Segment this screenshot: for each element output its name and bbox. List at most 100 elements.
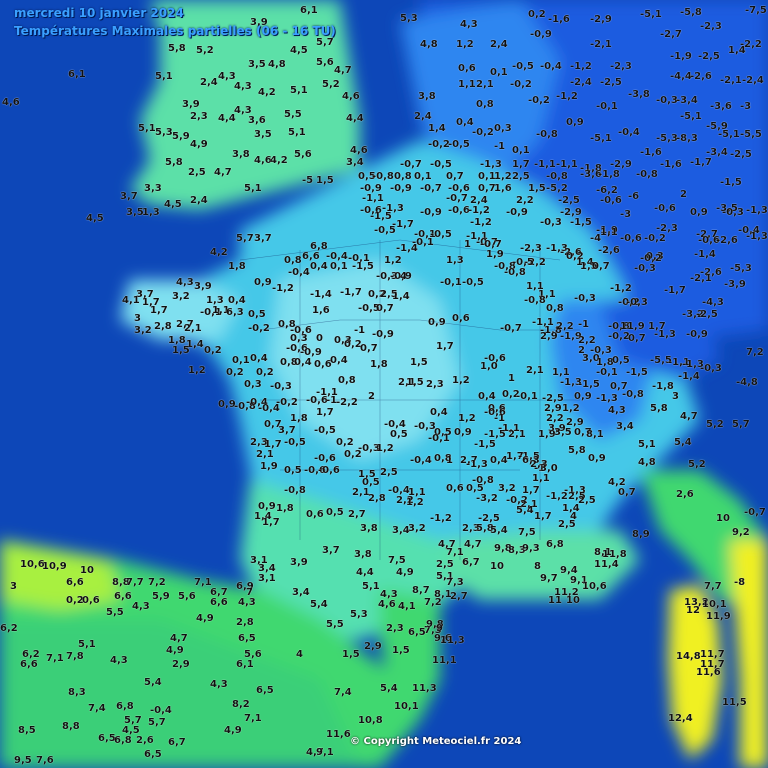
temperature-reading: 6,2 bbox=[0, 623, 18, 634]
temperature-reading: 0,7 bbox=[628, 333, 646, 344]
temperature-reading: 1,5 bbox=[172, 345, 190, 356]
temperature-reading: 7,4 bbox=[334, 687, 352, 698]
temperature-reading: -1,3 bbox=[466, 459, 488, 470]
temperature-reading: -0,7 bbox=[420, 183, 442, 194]
temperature-reading: -1,5 bbox=[720, 177, 742, 188]
temperature-reading: 2,9 bbox=[172, 659, 190, 670]
temperature-reading: 0,9 bbox=[690, 207, 708, 218]
temperature-reading: -1,2 bbox=[430, 513, 452, 524]
temperature-reading: 2,1 bbox=[184, 323, 202, 334]
temperature-reading: 1,5 bbox=[342, 649, 360, 660]
temperature-reading: -2,2 bbox=[740, 39, 762, 50]
temperature-reading: 4,3 bbox=[608, 405, 626, 416]
temperature-reading: 1,1 bbox=[532, 473, 550, 484]
temperature-reading: -1,5 bbox=[570, 217, 592, 228]
temperature-reading: -0,1 bbox=[596, 101, 618, 112]
temperature-reading: 5,3 bbox=[400, 13, 418, 24]
temperature-reading: -0,9 bbox=[372, 329, 394, 340]
temperature-reading: 0,5 bbox=[326, 507, 344, 518]
temperature-reading: 4,1 bbox=[398, 601, 416, 612]
temperature-reading: -1,7 bbox=[690, 157, 712, 168]
temperature-reading: 9,2 bbox=[732, 527, 750, 538]
temperature-reading: 5,6 bbox=[316, 57, 334, 68]
temperature-reading: -1,5 bbox=[474, 439, 496, 450]
temperature-reading: 2,5 bbox=[578, 495, 596, 506]
temperature-reading: 6,1 bbox=[68, 69, 86, 80]
temperature-reading: 8 bbox=[534, 561, 541, 572]
temperature-reading: 4,4 bbox=[356, 567, 374, 578]
temperature-reading: 2,5 bbox=[380, 467, 398, 478]
temperature-reading: 1,8 bbox=[370, 359, 388, 370]
temperature-reading: 1,7 bbox=[512, 159, 530, 170]
temperature-reading: -0,8 bbox=[636, 169, 658, 180]
temperature-reading: -0,4 bbox=[150, 705, 172, 716]
temperature-reading: 4,3 bbox=[234, 81, 252, 92]
temperature-reading: -0,2 bbox=[428, 139, 450, 150]
temperature-reading: 3,6 bbox=[248, 115, 266, 126]
temperature-reading: 7,7 bbox=[126, 577, 144, 588]
temperature-reading: -5,2 bbox=[546, 183, 568, 194]
temperature-reading: -2,1 bbox=[690, 273, 712, 284]
temperature-reading: 2,8 bbox=[236, 617, 254, 628]
temperature-reading: 0,7 bbox=[446, 171, 464, 182]
temperature-reading: -1,6 bbox=[640, 147, 662, 158]
temperature-reading: -0,1 bbox=[428, 433, 450, 444]
temperature-reading: 6,8 bbox=[114, 735, 132, 746]
temperature-reading: -0,4 bbox=[288, 267, 310, 278]
temperature-reading: 5,2 bbox=[322, 79, 340, 90]
temperature-reading: 5,4 bbox=[144, 677, 162, 688]
temperature-reading: 7,5 bbox=[518, 527, 536, 538]
temperature-reading: 7,7 bbox=[704, 581, 722, 592]
temperature-reading: 1,3 bbox=[142, 207, 160, 218]
temperature-reading: -2,3 bbox=[520, 243, 542, 254]
temperature-reading: 0,2 bbox=[256, 367, 274, 378]
temperature-reading: 1,6 bbox=[312, 305, 330, 316]
temperature-reading: -4 bbox=[590, 233, 602, 244]
temperature-reading: 9,3 bbox=[522, 543, 540, 554]
temperature-reading: -1 bbox=[354, 325, 366, 336]
temperature-reading: 7,3 bbox=[446, 577, 464, 588]
temperature-reading: -0,5 bbox=[512, 61, 534, 72]
temperature-reading: 3,8 bbox=[232, 149, 250, 160]
temperature-reading: -2,1 bbox=[720, 75, 742, 86]
temperature-reading: 0,7 bbox=[360, 343, 378, 354]
temperature-reading: 6,6 bbox=[20, 659, 38, 670]
temperature-reading: 1,7 bbox=[436, 341, 454, 352]
temperature-reading: 2,8 bbox=[368, 493, 386, 504]
temperature-reading: -0,2 bbox=[528, 95, 550, 106]
temperature-reading: 2,2 bbox=[516, 195, 534, 206]
temperature-reading: -0,7 bbox=[446, 193, 468, 204]
temperature-reading: 0,9 bbox=[566, 117, 584, 128]
temperature-reading: 1,2 bbox=[458, 413, 476, 424]
temperature-reading: 2,8 bbox=[154, 321, 172, 332]
temperature-reading: -0,6 bbox=[654, 203, 676, 214]
temperature-reading: 8,8 bbox=[62, 721, 80, 732]
temperature-reading: 4,7 bbox=[680, 411, 698, 422]
temperature-reading: -0,8 bbox=[472, 475, 494, 486]
temperature-reading: 2,1 bbox=[508, 429, 526, 440]
temperature-reading: -2,6 bbox=[716, 235, 738, 246]
temperature-reading: 1,1 bbox=[600, 227, 618, 238]
temperature-reading: 4,5 bbox=[164, 199, 182, 210]
temperature-reading: 3,2 bbox=[408, 523, 426, 534]
temperature-reading: 6,6 bbox=[114, 591, 132, 602]
temperature-reading: 4,2 bbox=[270, 155, 288, 166]
temperature-reading: 6,7 bbox=[462, 557, 480, 568]
temperature-reading: -2,3 bbox=[700, 21, 722, 32]
temperature-reading: 3,7 bbox=[278, 425, 296, 436]
temperature-reading: 10,9 bbox=[42, 561, 67, 572]
temperature-reading: 4,9 bbox=[396, 567, 414, 578]
temperature-reading: 0,8 bbox=[476, 99, 494, 110]
temperature-reading: 4,3 bbox=[238, 597, 256, 608]
temperature-reading: 5,2 bbox=[196, 45, 214, 56]
temperature-reading: 11,3 bbox=[412, 683, 437, 694]
temperature-reading: -4,4 bbox=[670, 71, 692, 82]
map-date: mercredi 10 janvier 2024 bbox=[14, 6, 184, 20]
temperature-reading: 11,9 bbox=[706, 611, 731, 622]
temperature-reading: -1,8 bbox=[598, 169, 620, 180]
temperature-reading: 7,1 bbox=[46, 653, 64, 664]
temperature-reading: -2,5 bbox=[698, 51, 720, 62]
temperature-reading: -0,3 bbox=[540, 217, 562, 228]
temperature-reading: -3,8 bbox=[628, 89, 650, 100]
temperature-reading: 1,5 bbox=[392, 645, 410, 656]
